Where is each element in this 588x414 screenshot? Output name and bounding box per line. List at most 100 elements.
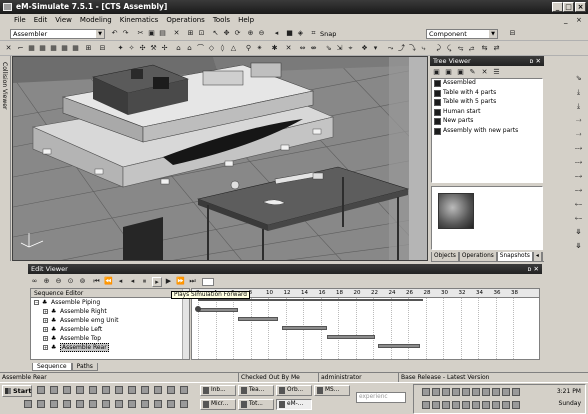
tool-icon[interactable]: ⤹ <box>445 44 454 53</box>
cross-icon[interactable]: ✕ <box>4 44 13 53</box>
gantt-bar[interactable] <box>198 299 423 301</box>
search-box[interactable]: experienc <box>356 392 406 403</box>
tray-icon[interactable] <box>432 401 440 409</box>
tool-icon[interactable]: ✱ <box>270 44 279 53</box>
tool-icon[interactable]: ⇄ <box>492 44 501 53</box>
sequence-row[interactable]: + ♣ Assemble Left <box>31 325 189 334</box>
minimize-button[interactable]: _ <box>552 2 563 12</box>
zoom-fit-icon[interactable]: ⊙ <box>66 277 75 286</box>
tool-icon[interactable]: ⤸ <box>434 44 443 53</box>
tool-icon[interactable]: ⤑ <box>574 130 583 139</box>
task-button[interactable]: MS... <box>314 385 350 396</box>
quicklaunch-icon[interactable] <box>167 386 175 394</box>
quicklaunch-icon[interactable] <box>128 386 136 394</box>
quicklaunch-icon[interactable] <box>76 400 84 408</box>
tab-operations[interactable]: Operations <box>458 252 497 262</box>
tool-icon[interactable]: ⤓ <box>574 102 583 111</box>
tool-icon[interactable]: ◇ <box>207 44 216 53</box>
quicklaunch-icon[interactable] <box>102 386 110 394</box>
quicklaunch-icon[interactable] <box>115 400 123 408</box>
tool-icon[interactable]: ⇔ <box>298 44 307 53</box>
tool-icon[interactable]: ⌒ <box>196 44 205 53</box>
step-back-icon[interactable]: ⏪ <box>104 277 113 286</box>
quicklaunch-icon[interactable] <box>89 386 97 394</box>
expand-icon[interactable]: + <box>43 327 48 332</box>
paste-icon[interactable]: ▤ <box>158 29 167 38</box>
link-icon[interactable]: ∞ <box>30 277 39 286</box>
menu-tools[interactable]: Tools <box>213 16 230 27</box>
tool-icon[interactable]: ⤍ <box>574 186 583 195</box>
menu-help[interactable]: Help <box>238 16 254 27</box>
component-combo[interactable]: Component ▼ <box>426 29 498 39</box>
tool-icon[interactable]: △ <box>229 44 238 53</box>
task-button[interactable]: Tot... <box>238 399 274 410</box>
quicklaunch-icon[interactable] <box>63 400 71 408</box>
tool-icon[interactable]: ⤓ <box>574 88 583 97</box>
render-icon[interactable]: ■ <box>285 29 294 38</box>
quicklaunch-icon[interactable] <box>50 386 58 394</box>
tool-icon[interactable]: ⤍ <box>574 172 583 181</box>
tray-icon[interactable] <box>502 401 510 409</box>
quicklaunch-icon[interactable] <box>128 400 136 408</box>
play-forward-button[interactable]: ▸ <box>152 277 162 287</box>
grid-icon[interactable]: ▦ <box>27 44 36 53</box>
quicklaunch-icon[interactable] <box>24 400 32 408</box>
undo-icon[interactable]: ↶ <box>110 29 119 38</box>
tray-icon[interactable] <box>442 388 450 396</box>
tray-icon[interactable] <box>462 388 470 396</box>
list-item[interactable]: Human start <box>432 108 542 118</box>
tool-icon[interactable]: ⤑ <box>574 116 583 125</box>
menu-kinematics[interactable]: Kinematics <box>120 16 159 27</box>
sequence-row[interactable]: + ♣ Assemble Right <box>31 307 189 316</box>
zoom-icon[interactable]: ⊚ <box>78 277 87 286</box>
pan-icon[interactable]: ✥ <box>222 29 231 38</box>
clock-time[interactable]: 3:21 PM <box>557 388 581 395</box>
quicklaunch-icon[interactable] <box>37 400 45 408</box>
tray-icon[interactable] <box>492 388 500 396</box>
tray-icon[interactable] <box>442 401 450 409</box>
tool-icon[interactable]: ✢ <box>160 44 169 53</box>
maximize-button[interactable]: □ <box>563 2 574 12</box>
tray-icon[interactable] <box>432 388 440 396</box>
properties-icon[interactable]: ⊟ <box>508 29 517 38</box>
tool-icon[interactable]: ⤳ <box>386 44 395 53</box>
tab-scroll-left[interactable]: ◂ <box>532 252 542 262</box>
zoom-in-icon[interactable]: ⊕ <box>42 277 51 286</box>
quicklaunch-icon[interactable] <box>37 386 45 394</box>
tray-icon[interactable] <box>502 388 510 396</box>
tray-icon[interactable] <box>472 401 480 409</box>
tool-icon[interactable]: ⇘ <box>574 74 583 83</box>
grid-icon[interactable]: ▦ <box>71 44 80 53</box>
menu-modeling[interactable]: Modeling <box>80 16 112 27</box>
gantt-bar[interactable] <box>238 317 278 321</box>
quicklaunch-icon[interactable] <box>115 386 123 394</box>
tool-icon[interactable]: ⤋ <box>574 242 583 251</box>
list-item[interactable]: Assembled <box>432 79 542 89</box>
grid-icon[interactable]: ▦ <box>60 44 69 53</box>
menu-file[interactable]: File <box>14 16 26 27</box>
tool-icon[interactable]: ⥄ <box>467 44 476 53</box>
tool-icon[interactable]: ⚒ <box>149 44 158 53</box>
light-icon[interactable]: ◈ <box>296 29 305 38</box>
scope-combo[interactable]: Assembler ▼ <box>10 29 105 39</box>
list-icon[interactable]: ☰ <box>492 68 501 77</box>
snapshot-icon[interactable]: ▣ <box>456 68 465 77</box>
tool-icon[interactable]: ⤷ <box>419 44 428 53</box>
gantt-bar[interactable] <box>327 335 375 339</box>
jump-end-icon[interactable]: ⏭ <box>188 277 197 286</box>
tool-icon[interactable]: ✣ <box>138 44 147 53</box>
quicklaunch-icon[interactable] <box>89 400 97 408</box>
tool-icon[interactable]: ⤋ <box>574 228 583 237</box>
task-button-active[interactable]: eM-... <box>276 399 312 410</box>
tray-icon[interactable] <box>422 401 430 409</box>
tray-icon[interactable] <box>482 401 490 409</box>
tool-icon[interactable]: ⚲ <box>244 44 253 53</box>
copy-icon[interactable]: ▣ <box>147 29 156 38</box>
close-icon[interactable]: ᴅ ✕ <box>528 265 539 273</box>
table-icon[interactable]: ⊞ <box>84 44 93 53</box>
grid-icon[interactable]: ▦ <box>49 44 58 53</box>
jump-start-icon[interactable]: ⏮ <box>92 277 101 286</box>
tray-icon[interactable] <box>472 388 480 396</box>
zoom-in-icon[interactable]: ⊕ <box>246 29 255 38</box>
zoom-out-icon[interactable]: ⊖ <box>257 29 266 38</box>
